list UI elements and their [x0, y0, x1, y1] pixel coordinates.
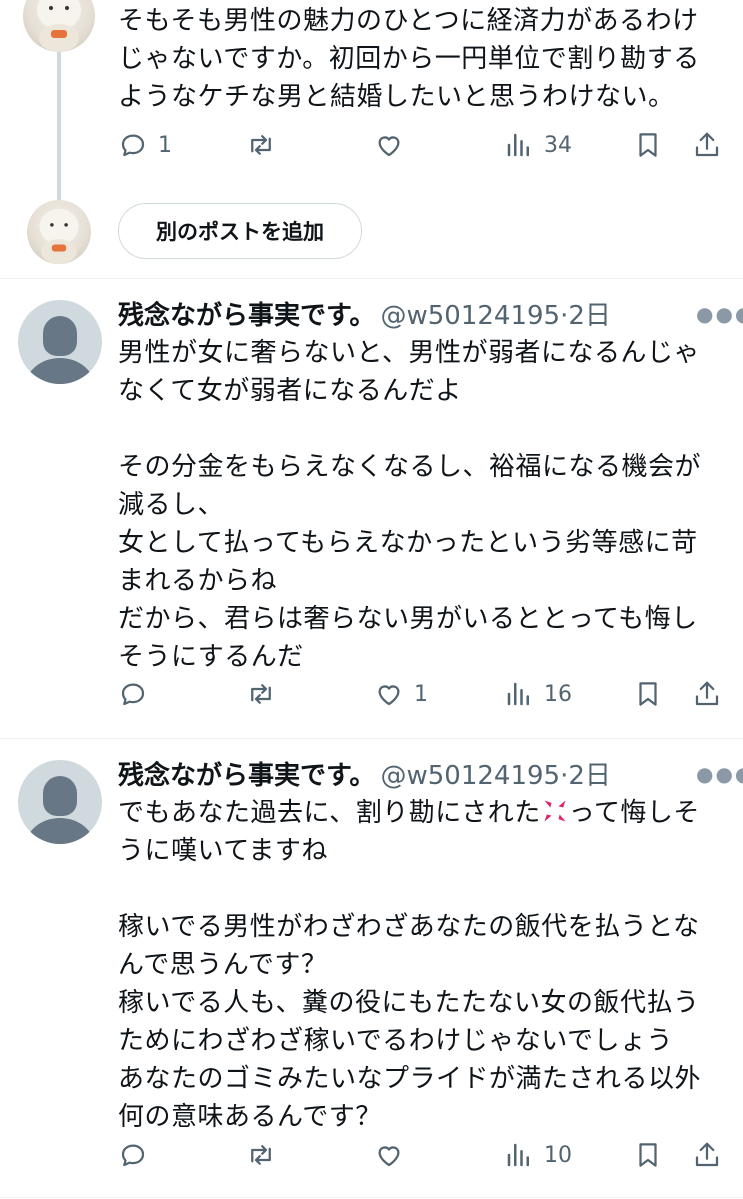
user-avatar[interactable]	[23, 0, 95, 52]
share-icon	[695, 1142, 719, 1167]
author-handle[interactable]: @w50124195	[381, 761, 561, 791]
reply-icon	[121, 683, 145, 706]
retweet-button[interactable]	[246, 130, 276, 160]
share-icon	[695, 681, 719, 706]
bookmark-icon	[639, 1143, 657, 1167]
tweet-header: 残念ながら事実です。 @w50124195·2日	[118, 755, 611, 792]
reply-icon	[121, 134, 145, 157]
like-button[interactable]: 1	[374, 679, 428, 709]
like-button[interactable]	[374, 130, 404, 160]
views-icon	[507, 682, 529, 706]
views-icon	[507, 1143, 529, 1167]
default-avatar-head	[43, 776, 77, 816]
reply-button[interactable]: 1	[118, 130, 172, 160]
tweet-time[interactable]: ·2日	[560, 301, 611, 331]
tweet-header: 残念ながら事実です。 @w50124195·2日	[118, 295, 611, 332]
views-count: 16	[544, 681, 572, 707]
heart-icon	[378, 136, 400, 157]
bookmark-button[interactable]	[633, 679, 663, 709]
more-icon[interactable]: ●●●	[696, 762, 743, 786]
tweet-time[interactable]: ·2日	[560, 761, 611, 791]
thread-line	[57, 50, 61, 200]
share-icon	[695, 132, 719, 157]
tweet-text: 男性が女に奢らないと、男性が弱者になるんじゃ なくて女が弱者になるんだよ その分…	[118, 338, 702, 672]
divider	[0, 278, 743, 279]
anger-symbol-icon	[544, 800, 566, 822]
tweet-text-part: でもあなた過去に、割り勘にされた	[118, 798, 541, 828]
default-avatar-head	[43, 316, 77, 356]
add-post-button[interactable]: 別のポストを追加	[118, 203, 362, 259]
retweet-icon	[251, 1145, 271, 1165]
retweet-button[interactable]	[246, 679, 276, 709]
retweet-icon	[251, 135, 271, 155]
more-icon[interactable]: ●●●	[696, 302, 743, 326]
tweet-text: でもあなた過去に、割り勘にされた って悔しそ うに嘆いてますね 稼いでる男性がわざ…	[118, 794, 733, 1136]
plush-avatar-icon	[39, 208, 79, 264]
default-avatar-body	[25, 818, 95, 844]
plush-avatar-icon	[37, 0, 81, 52]
like-button[interactable]	[374, 1140, 404, 1170]
share-button[interactable]	[692, 679, 722, 709]
views-icon	[507, 133, 529, 157]
bookmark-icon	[639, 682, 657, 706]
views-count: 10	[544, 1142, 572, 1168]
user-avatar[interactable]	[18, 760, 102, 844]
divider	[0, 738, 743, 739]
reply-button[interactable]	[118, 1140, 148, 1170]
reply-icon	[121, 1144, 145, 1167]
composer-avatar	[27, 200, 91, 264]
author-name[interactable]: 残念ながら事実です。	[118, 301, 375, 331]
bookmark-icon	[639, 133, 657, 157]
share-button[interactable]	[692, 1140, 722, 1170]
tweet-text: そもそも男性の魅力のひとつに経済力があるわけ じゃないですか。初回から一円単位で…	[118, 6, 700, 112]
share-button[interactable]	[692, 130, 722, 160]
heart-icon	[378, 1146, 400, 1167]
divider	[0, 1197, 743, 1198]
tweet-text-part: って悔しそ うに嘆いてますね 稼いでる男性がわざわざあなたの飯代を払うとな んで…	[118, 798, 702, 1132]
views-count: 34	[544, 132, 572, 158]
views-button[interactable]: 10	[504, 1140, 572, 1170]
views-button[interactable]: 34	[504, 130, 572, 160]
views-button[interactable]: 16	[504, 679, 572, 709]
author-name[interactable]: 残念ながら事実です。	[118, 761, 375, 791]
bookmark-button[interactable]	[633, 1140, 663, 1170]
reply-button[interactable]	[118, 679, 148, 709]
bookmark-button[interactable]	[633, 130, 663, 160]
default-avatar-body	[25, 358, 95, 384]
reply-count: 1	[158, 132, 172, 158]
like-count: 1	[414, 681, 428, 707]
author-handle[interactable]: @w50124195	[381, 301, 561, 331]
heart-icon	[378, 685, 400, 706]
retweet-button[interactable]	[246, 1140, 276, 1170]
retweet-icon	[251, 684, 271, 704]
user-avatar[interactable]	[18, 300, 102, 384]
